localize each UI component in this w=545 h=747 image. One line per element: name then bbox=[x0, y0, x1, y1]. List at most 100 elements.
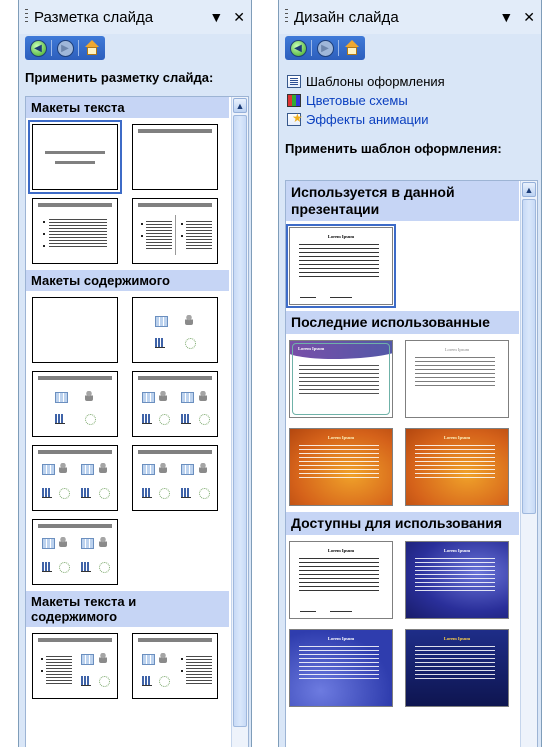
layout-gallery-scrollbar[interactable]: ▲ bbox=[231, 97, 248, 747]
layout-blank[interactable] bbox=[32, 297, 118, 363]
layout-text-and-content[interactable] bbox=[32, 633, 118, 699]
design-title: Lorem Ipsum bbox=[327, 636, 355, 641]
nav-separator bbox=[338, 40, 339, 56]
diagram-icon bbox=[99, 676, 110, 687]
design-links: Шаблоны оформления Цветовые схемы Эффект… bbox=[279, 62, 541, 133]
close-icon[interactable]: ✕ bbox=[233, 9, 245, 26]
design-footer bbox=[300, 611, 316, 612]
home-button[interactable] bbox=[343, 39, 361, 57]
layout-title-four-content[interactable] bbox=[32, 519, 118, 585]
chart-icon bbox=[142, 414, 152, 424]
picture-icon bbox=[99, 653, 107, 663]
group-header-text-layouts[interactable]: Макеты текста bbox=[26, 97, 229, 118]
back-button[interactable]: ◀ bbox=[29, 39, 47, 57]
group-header-recently-used[interactable]: Последние использованные bbox=[286, 311, 519, 334]
nav-button-group: ◀ ▶ bbox=[25, 36, 105, 60]
design-title: Lorem Ipsum bbox=[327, 548, 355, 553]
slide-design-pane: Дизайн слайда ▼ ✕ ◀ ▶ Шаблоны оформления… bbox=[278, 0, 542, 747]
back-icon: ◀ bbox=[29, 39, 47, 57]
navigation-bar: ◀ ▶ bbox=[285, 34, 535, 62]
chart-icon bbox=[142, 488, 152, 498]
slide-layout-pane: Разметка слайда ▼ ✕ ◀ ▶ Применить размет… bbox=[18, 0, 252, 747]
layout-title-and-content[interactable] bbox=[32, 371, 118, 437]
chart-icon bbox=[42, 562, 52, 572]
nav-separator bbox=[78, 40, 79, 56]
dropdown-icon[interactable]: ▼ bbox=[209, 9, 223, 25]
design-thumbnail-orange-2[interactable]: Lorem Ipsum bbox=[405, 428, 509, 506]
home-button[interactable] bbox=[83, 39, 101, 57]
chart-icon bbox=[81, 488, 91, 498]
picture-icon bbox=[59, 463, 67, 473]
picture-icon bbox=[59, 537, 67, 547]
templates-icon bbox=[287, 75, 301, 88]
design-gallery-scrollbar[interactable]: ▲ bbox=[520, 181, 537, 747]
layout-title-only[interactable] bbox=[132, 124, 218, 190]
drag-grip-icon[interactable] bbox=[25, 9, 28, 25]
design-footer bbox=[300, 297, 316, 298]
link-design-templates[interactable]: Шаблоны оформления bbox=[287, 72, 533, 91]
design-thumbnail-sky[interactable]: Lorem Ipsum bbox=[289, 629, 393, 707]
chart-icon bbox=[42, 488, 52, 498]
scroll-thumb[interactable] bbox=[233, 115, 247, 727]
pane-title-bar: Дизайн слайда ▼ ✕ bbox=[279, 0, 541, 34]
design-text-lines bbox=[415, 558, 495, 594]
design-thumbnail-navy[interactable]: Lorem Ipsum bbox=[405, 629, 509, 707]
apply-layout-label: Применить разметку слайда: bbox=[25, 70, 214, 85]
scroll-thumb[interactable] bbox=[522, 199, 536, 514]
back-button[interactable]: ◀ bbox=[289, 39, 307, 57]
diagram-icon bbox=[159, 488, 170, 499]
design-title: Lorem Ipsum bbox=[327, 435, 355, 440]
nav-button-group: ◀ ▶ bbox=[285, 36, 365, 60]
layout-title-two-content[interactable] bbox=[132, 371, 218, 437]
design-thumbnail-blue[interactable]: Lorem Ipsum bbox=[405, 541, 509, 619]
close-icon[interactable]: ✕ bbox=[523, 9, 535, 26]
available-designs-grid: Lorem Ipsum Lorem Ipsum Lorem Ipsum Lore… bbox=[286, 535, 519, 713]
table-icon bbox=[181, 464, 194, 475]
design-footer bbox=[330, 297, 352, 298]
link-label: Шаблоны оформления bbox=[306, 74, 445, 89]
layout-title-and-text[interactable] bbox=[32, 198, 118, 264]
scroll-up-icon[interactable]: ▲ bbox=[233, 98, 247, 113]
group-header-content-layouts[interactable]: Макеты содержимого bbox=[26, 270, 229, 291]
design-thumbnail-default-available[interactable]: Lorem Ipsum bbox=[289, 541, 393, 619]
layout-title-content-over-two[interactable] bbox=[32, 445, 118, 511]
home-icon bbox=[84, 40, 100, 56]
nav-separator bbox=[311, 40, 312, 56]
design-gallery[interactable]: Используется в данной презентации Lorem … bbox=[285, 180, 538, 747]
layout-content-and-text[interactable] bbox=[132, 633, 218, 699]
design-thumbnail-default[interactable]: Lorem Ipsum bbox=[286, 224, 396, 308]
picture-icon bbox=[199, 463, 207, 473]
design-title: Lorem Ipsum bbox=[444, 347, 470, 352]
layout-title-two-over-content[interactable] bbox=[132, 445, 218, 511]
back-icon: ◀ bbox=[289, 39, 307, 57]
table-icon bbox=[181, 392, 194, 403]
table-icon bbox=[142, 654, 155, 665]
group-header-available[interactable]: Доступны для использования bbox=[286, 512, 519, 535]
forward-icon: ▶ bbox=[56, 39, 74, 57]
design-title: Lorem Ipsum bbox=[443, 636, 471, 641]
chart-icon bbox=[81, 676, 91, 686]
group-header-text-and-content-layouts[interactable]: Макеты текста и содержимого bbox=[26, 591, 229, 627]
drag-grip-icon[interactable] bbox=[285, 9, 288, 25]
layout-title-two-columns[interactable] bbox=[132, 198, 218, 264]
design-text-lines bbox=[299, 365, 379, 395]
design-thumbnail-light[interactable]: Lorem Ipsum bbox=[405, 340, 509, 418]
forward-button[interactable]: ▶ bbox=[316, 39, 334, 57]
forward-button[interactable]: ▶ bbox=[56, 39, 74, 57]
layout-title-slide[interactable] bbox=[28, 120, 122, 194]
link-label: Цветовые схемы bbox=[306, 93, 408, 108]
color-schemes-icon bbox=[287, 94, 301, 107]
layout-content[interactable] bbox=[132, 297, 218, 363]
content-layouts-grid bbox=[26, 291, 229, 591]
design-thumbnail-curve[interactable]: Lorem Ipsum bbox=[289, 340, 393, 418]
link-animation-effects[interactable]: Эффекты анимации bbox=[287, 110, 533, 129]
link-color-schemes[interactable]: Цветовые схемы bbox=[287, 91, 533, 110]
layout-gallery[interactable]: Макеты текста Макеты содержимого Макеты … bbox=[25, 96, 249, 747]
table-icon bbox=[42, 464, 55, 475]
design-thumbnail-orange[interactable]: Lorem Ipsum bbox=[289, 428, 393, 506]
group-header-used-in-presentation[interactable]: Используется в данной презентации bbox=[286, 181, 519, 221]
picture-icon bbox=[85, 391, 93, 401]
scroll-up-icon[interactable]: ▲ bbox=[522, 182, 536, 197]
link-label: Эффекты анимации bbox=[306, 112, 429, 127]
dropdown-icon[interactable]: ▼ bbox=[499, 9, 513, 25]
